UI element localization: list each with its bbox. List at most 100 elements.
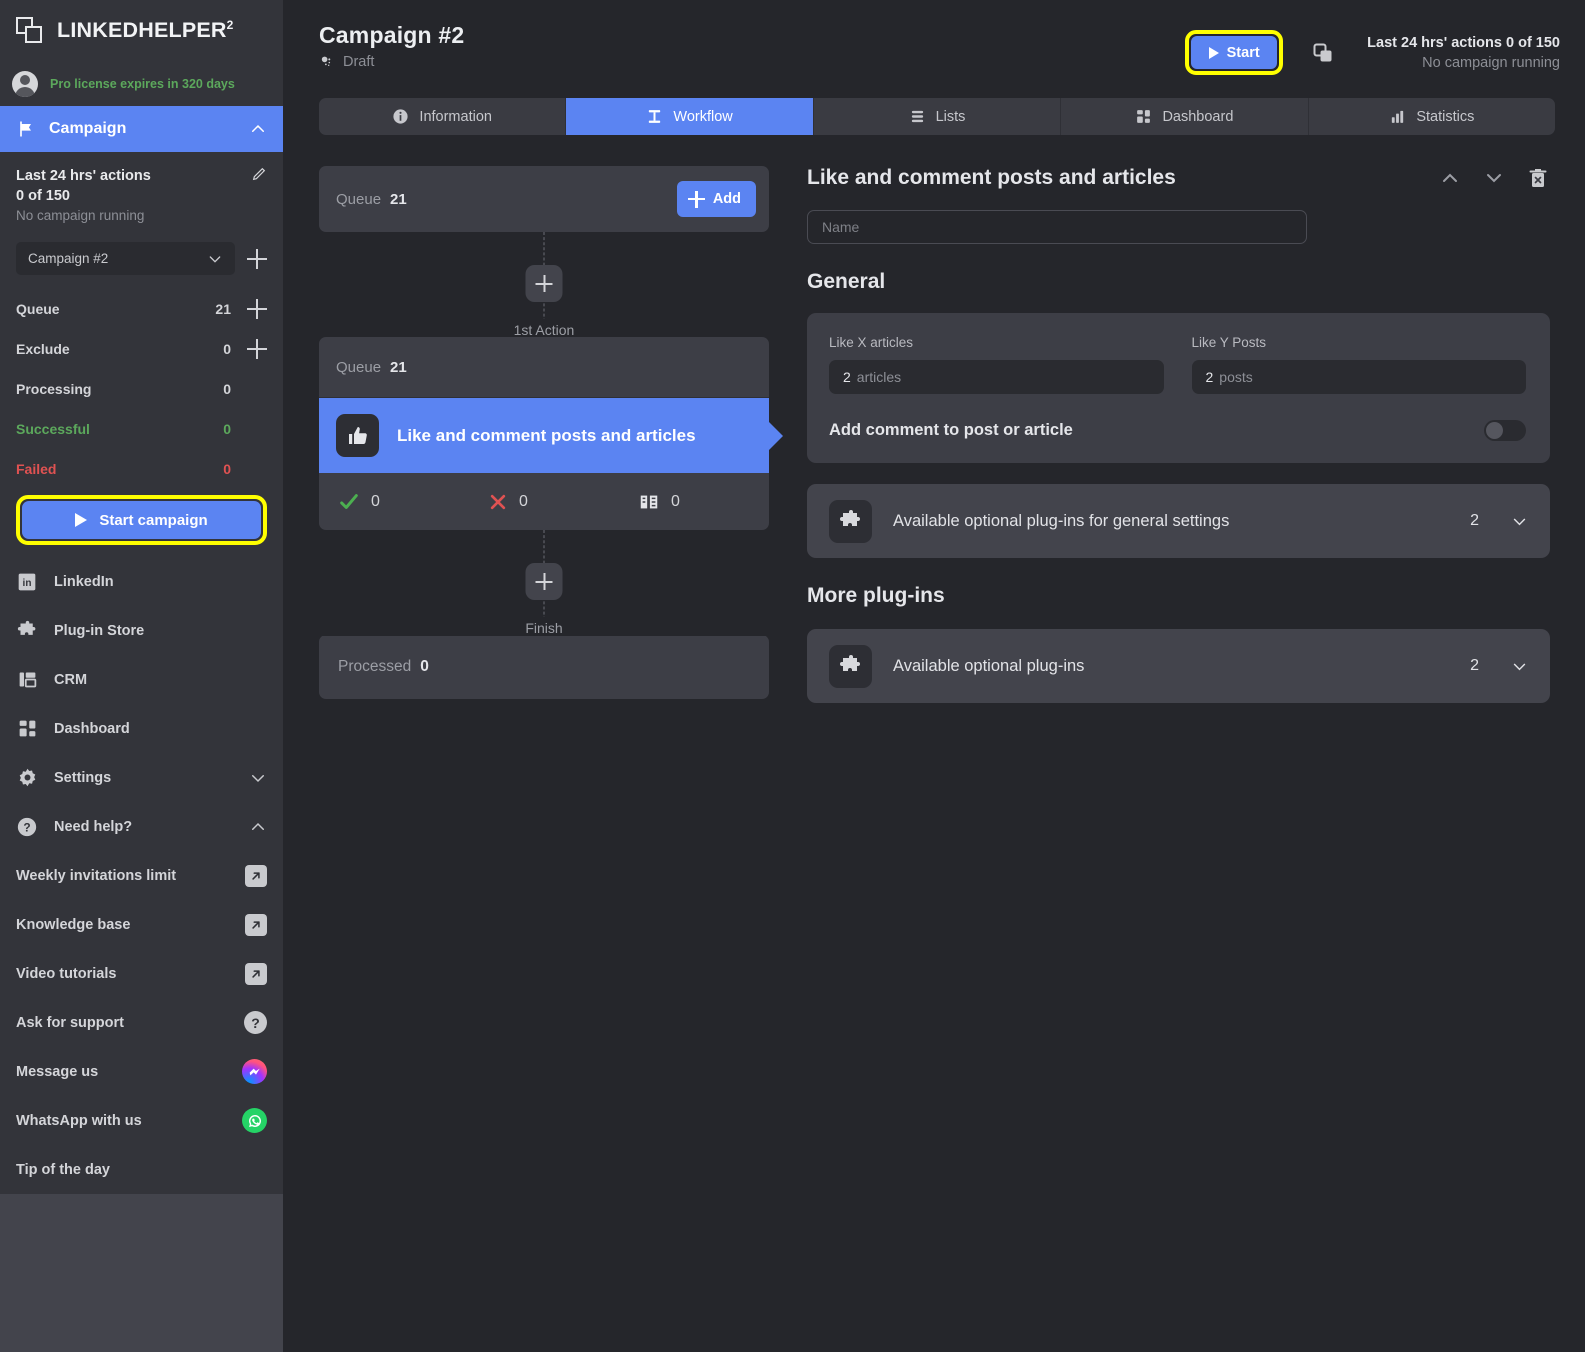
add-comment-toggle[interactable]	[1484, 420, 1526, 441]
topbar-actions: Start Last 24 hrs' actions 0 of 150 No c…	[1185, 22, 1560, 75]
sidebar-item-dashboard[interactable]: Dashboard	[0, 704, 283, 753]
gear-icon	[16, 767, 38, 789]
field-like-y-posts-input[interactable]: 2 posts	[1191, 360, 1526, 394]
chevron-up-icon[interactable]	[1438, 166, 1462, 190]
start-button-highlight: Start	[1185, 30, 1284, 75]
chevron-down-icon	[1513, 663, 1526, 670]
check-icon	[340, 493, 358, 509]
link-message-us[interactable]: Message us	[0, 1047, 283, 1096]
tab-dashboard[interactable]: Dashboard	[1061, 98, 1309, 135]
plus-icon	[535, 573, 553, 590]
sidebar-item-linkedin[interactable]: in LinkedIn	[0, 557, 283, 606]
add-to-queue-button[interactable]	[247, 299, 267, 319]
avatar[interactable]	[12, 71, 38, 97]
tab-workflow-label: Workflow	[673, 108, 733, 125]
brand-superscript: 2	[226, 18, 234, 33]
action-name-input[interactable]	[807, 210, 1307, 244]
plugin-card-general-settings-label: Available optional plug-ins for general …	[893, 511, 1230, 530]
processed-card: Processed 0	[319, 635, 769, 699]
sidebar-item-plugin-store-label: Plug-in Store	[54, 622, 145, 639]
add-comment-toggle-label: Add comment to post or article	[829, 421, 1073, 439]
topbar-actions-info: Last 24 hrs' actions 0 of 150 No campaig…	[1367, 35, 1560, 71]
sidebar-item-dashboard-label: Dashboard	[54, 720, 130, 737]
campaign-select-value: Campaign #2	[28, 251, 109, 266]
action-stat-failed: 0	[469, 492, 619, 512]
sidebar-item-campaign[interactable]: Campaign	[0, 106, 283, 152]
link-ask-for-support-label: Ask for support	[16, 1014, 124, 1031]
plugin-card-general-settings-count: 2	[1470, 512, 1479, 529]
queue-card-label: Queue	[336, 190, 382, 208]
link-weekly-invitations-limit[interactable]: Weekly invitations limit	[0, 851, 283, 900]
sidebar-item-crm[interactable]: CRM	[0, 655, 283, 704]
stats-value: 0 of 150	[16, 188, 70, 204]
link-knowledge-base[interactable]: Knowledge base	[0, 900, 283, 949]
add-campaign-button[interactable]	[247, 248, 267, 269]
counter-failed-label: Failed	[16, 461, 57, 477]
queue-card: Queue 21 Add	[319, 166, 769, 232]
link-whatsapp-with-us[interactable]: WhatsApp with us	[0, 1096, 283, 1145]
messenger-icon	[242, 1059, 267, 1084]
sidebar-footer	[0, 1194, 283, 1352]
copy-icon[interactable]	[1311, 41, 1335, 65]
trash-icon[interactable]	[1526, 166, 1550, 190]
campaign-select-row: Campaign #2	[16, 242, 267, 275]
whatsapp-icon	[242, 1108, 267, 1133]
license-row: Pro license expires in 320 days	[0, 62, 283, 106]
start-button[interactable]: Start	[1191, 36, 1278, 69]
main-content: Campaign #2 Draft Start Last 24 hrs' act…	[283, 0, 1585, 1352]
chevron-up-icon[interactable]	[249, 120, 267, 138]
flag-icon	[20, 121, 31, 137]
add-button[interactable]: Add	[676, 181, 756, 217]
brand-name: LINKEDHELPER2	[57, 18, 234, 43]
chevron-down-icon[interactable]	[1482, 166, 1506, 190]
counter-exclude: Exclude 0	[16, 329, 267, 369]
stats-title-row: Last 24 hrs' actions 0 of 150 No campaig…	[16, 166, 267, 226]
general-section-title: General	[807, 270, 886, 293]
add-to-exclude-button[interactable]	[247, 339, 267, 359]
plus-icon	[687, 190, 705, 208]
action-queue-header: Queue 21	[319, 337, 769, 397]
counter-failed: Failed 0	[16, 449, 267, 489]
add-step-button[interactable]	[525, 563, 563, 600]
puzzle-icon	[829, 644, 872, 688]
counter-queue-value: 21	[215, 301, 231, 317]
start-button-label: Start	[1226, 44, 1260, 61]
stats-title: Last 24 hrs' actions	[16, 168, 151, 184]
campaign-status: Draft	[319, 54, 1185, 70]
sidebar-item-plugin-store[interactable]: Plug-in Store	[0, 606, 283, 655]
start-campaign-button[interactable]: Start campaign	[22, 501, 261, 539]
plugin-card-optional[interactable]: Available optional plug-ins 2	[807, 629, 1550, 703]
field-like-x-articles-input[interactable]: 2 articles	[829, 360, 1164, 394]
sidebar-item-need-help[interactable]: ? Need help?	[0, 802, 283, 851]
plugin-card-general-settings[interactable]: Available optional plug-ins for general …	[807, 484, 1550, 558]
sidebar-help-links: Weekly invitations limit Knowledge base …	[0, 851, 283, 1194]
add-button-label: Add	[712, 191, 741, 207]
chevron-down-icon[interactable]	[249, 769, 267, 787]
action-row-like-and-comment[interactable]: Like and comment posts and articles	[319, 397, 783, 473]
add-step-button[interactable]	[525, 265, 563, 302]
tab-dashboard-label: Dashboard	[1162, 108, 1234, 125]
counter-failed-value: 0	[223, 461, 231, 477]
link-ask-for-support[interactable]: Ask for support ?	[0, 998, 283, 1047]
topbar-campaign-state: No campaign running	[1422, 54, 1560, 71]
tab-information[interactable]: Information	[319, 98, 567, 135]
processed-card-value: 0	[420, 658, 429, 675]
field-like-x-articles: Like X articles 2 articles	[829, 335, 1164, 394]
tab-lists[interactable]: Lists	[814, 98, 1062, 135]
action-queue-value: 21	[390, 358, 407, 376]
link-tip-of-the-day[interactable]: Tip of the day	[0, 1145, 283, 1194]
settings-header: Like and comment posts and articles	[807, 166, 1550, 190]
tab-statistics[interactable]: Statistics	[1309, 98, 1555, 135]
plugin-card-optional-label: Available optional plug-ins	[893, 656, 1085, 675]
selected-pointer-icon	[768, 420, 783, 451]
linkedin-icon: in	[16, 571, 38, 593]
link-video-tutorials[interactable]: Video tutorials	[0, 949, 283, 998]
tab-workflow[interactable]: Workflow	[566, 98, 814, 135]
sidebar-nav: in LinkedIn Plug-in Store CRM Dashboard …	[0, 557, 283, 851]
counter-exclude-value: 0	[223, 341, 231, 357]
edit-pencil-icon[interactable]	[251, 166, 267, 182]
sidebar-item-settings[interactable]: Settings	[0, 753, 283, 802]
chevron-up-icon[interactable]	[249, 818, 267, 836]
campaign-select[interactable]: Campaign #2	[16, 242, 235, 275]
sidebar: LINKEDHELPER2 Pro license expires in 320…	[0, 0, 283, 1352]
